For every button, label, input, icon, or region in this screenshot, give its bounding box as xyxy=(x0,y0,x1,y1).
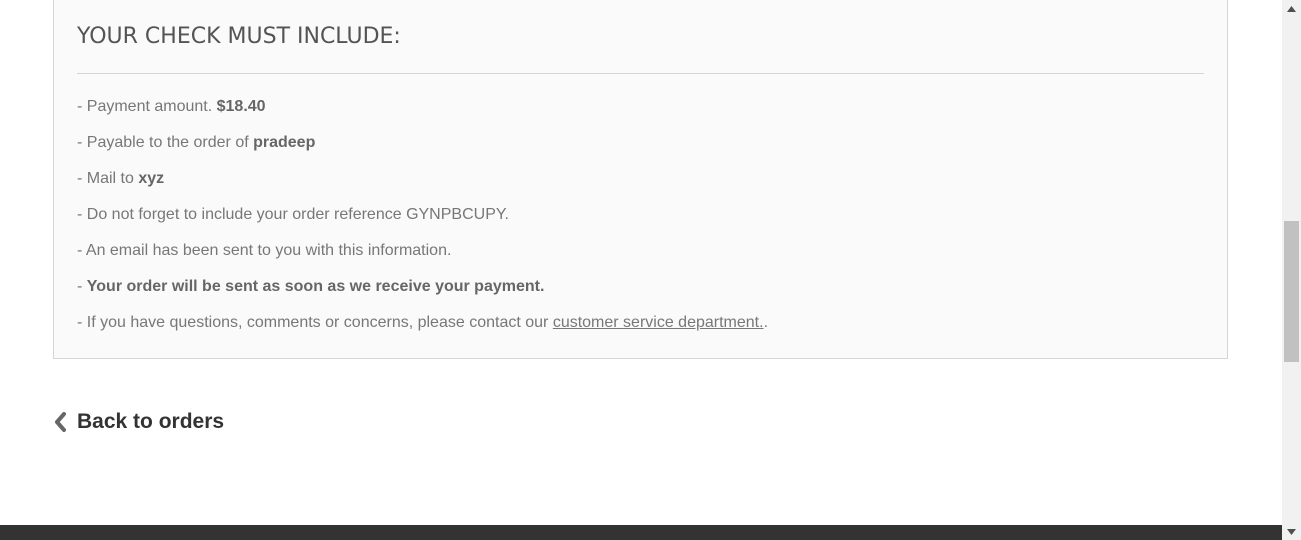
payment-amount-line: - Payment amount. $18.40 xyxy=(77,97,266,117)
order-reference-text: - Do not forget to include your order re… xyxy=(77,206,509,223)
contact-line: - If you have questions, comments or con… xyxy=(77,313,768,333)
contact-suffix: . xyxy=(763,314,769,331)
mail-to-line: - Mail to xyz xyxy=(77,169,164,189)
box-title: YOUR CHECK MUST INCLUDE: xyxy=(77,24,401,49)
shipping-notice-line: - Your order will be sent as soon as we … xyxy=(77,277,544,297)
scroll-up-arrow-icon[interactable] xyxy=(1282,0,1301,17)
customer-service-link[interactable]: customer service department. xyxy=(553,314,764,331)
vertical-scrollbar[interactable] xyxy=(1282,0,1301,540)
chevron-left-icon xyxy=(53,412,67,432)
contact-text: - If you have questions, comments or con… xyxy=(77,314,549,331)
payment-amount-label: - Payment amount. xyxy=(77,98,213,115)
payable-to-label: - Payable to the order of xyxy=(77,134,249,151)
footer-bar xyxy=(0,525,1282,540)
mail-to-value: xyz xyxy=(138,170,165,187)
mail-to-label: - Mail to xyxy=(77,170,134,187)
payment-amount-value: $18.40 xyxy=(216,98,266,115)
scrollbar-thumb[interactable] xyxy=(1284,221,1299,362)
email-sent-text: - An email has been sent to you with thi… xyxy=(77,242,452,259)
shipping-notice-prefix: - xyxy=(77,278,83,295)
check-instructions-box: YOUR CHECK MUST INCLUDE: - Payment amoun… xyxy=(53,0,1228,359)
page: YOUR CHECK MUST INCLUDE: - Payment amoun… xyxy=(0,0,1301,540)
payable-to-line: - Payable to the order of pradeep xyxy=(77,133,315,153)
email-sent-line: - An email has been sent to you with thi… xyxy=(77,241,451,261)
shipping-notice-text: Your order will be sent as soon as we re… xyxy=(86,278,545,295)
back-to-orders-link[interactable]: Back to orders xyxy=(53,410,224,434)
divider xyxy=(77,73,1204,74)
scroll-down-arrow-icon[interactable] xyxy=(1282,523,1301,540)
order-reference-line: - Do not forget to include your order re… xyxy=(77,205,509,225)
back-to-orders-label: Back to orders xyxy=(77,410,225,433)
payable-to-value: pradeep xyxy=(253,134,316,151)
